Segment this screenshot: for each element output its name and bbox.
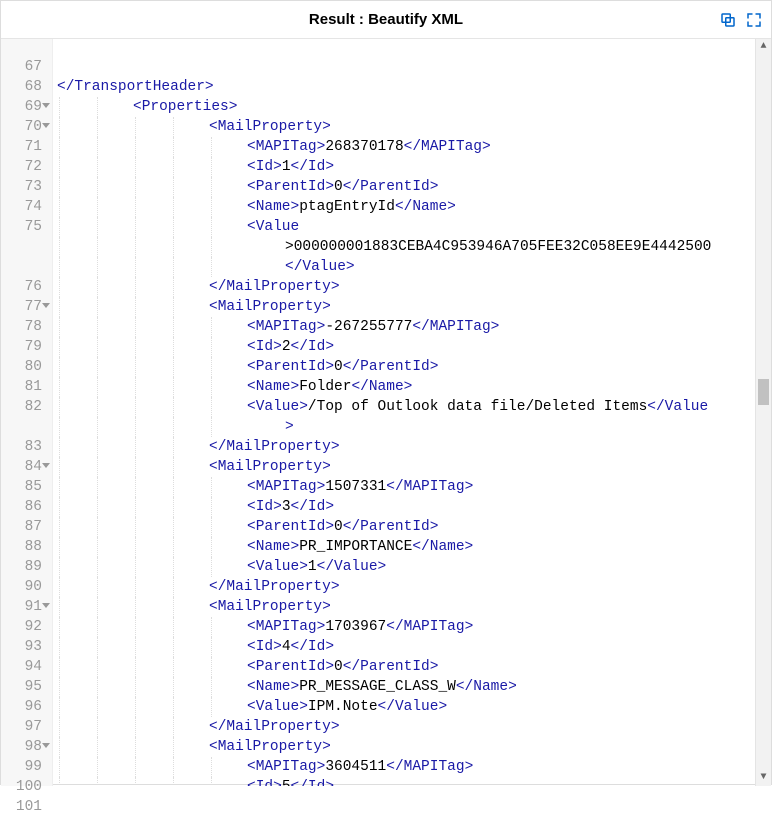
code-line[interactable]: <Name>ptagEntryId</Name> — [57, 197, 771, 217]
fold-toggle-icon[interactable] — [42, 463, 50, 468]
line-number: 101 — [1, 797, 42, 817]
scroll-down-arrow[interactable]: ▼ — [756, 770, 771, 786]
line-number: 88 — [1, 537, 42, 557]
fullscreen-icon[interactable] — [745, 11, 763, 29]
code-line[interactable]: <Name>PR_IMPORTANCE</Name> — [57, 537, 771, 557]
code-line[interactable]: <ParentId>0</ParentId> — [57, 357, 771, 377]
line-number: 77 — [1, 297, 42, 317]
line-number: 67 — [1, 57, 42, 77]
code-line[interactable]: </MailProperty> — [57, 717, 771, 737]
line-number: 72 — [1, 157, 42, 177]
header-actions — [719, 11, 763, 29]
code-line[interactable]: > — [57, 417, 771, 437]
code-line[interactable]: <ParentId>0</ParentId> — [57, 177, 771, 197]
line-number: 89 — [1, 557, 42, 577]
code-line[interactable]: <MailProperty> — [57, 597, 771, 617]
fold-toggle-icon[interactable] — [42, 603, 50, 608]
line-number: 80 — [1, 357, 42, 377]
line-number: 96 — [1, 697, 42, 717]
line-number: 82 — [1, 397, 42, 437]
result-title: Result : Beautify XML — [309, 11, 463, 28]
code-line[interactable]: </TransportHeader> — [57, 77, 771, 97]
code-line[interactable]: <Value>/Top of Outlook data file/Deleted… — [57, 397, 771, 417]
scroll-up-arrow[interactable]: ▲ — [756, 39, 771, 55]
fold-toggle-icon[interactable] — [42, 103, 50, 108]
code-line[interactable]: <MAPITag>3604511</MAPITag> — [57, 757, 771, 777]
line-number: 91 — [1, 597, 42, 617]
code-area[interactable]: </TransportHeader><Properties><MailPrope… — [53, 39, 771, 786]
code-line[interactable]: <Id>1</Id> — [57, 157, 771, 177]
code-line[interactable]: <Value>IPM.Note</Value> — [57, 697, 771, 717]
code-line[interactable]: <ParentId>0</ParentId> — [57, 517, 771, 537]
fold-toggle-icon[interactable] — [42, 303, 50, 308]
code-line[interactable]: <Properties> — [57, 97, 771, 117]
line-number: 99 — [1, 757, 42, 777]
line-number: 76 — [1, 277, 42, 297]
line-number: 84 — [1, 457, 42, 477]
line-number: 74 — [1, 197, 42, 217]
line-number: 81 — [1, 377, 42, 397]
code-line[interactable]: <Id>2</Id> — [57, 337, 771, 357]
line-number: 85 — [1, 477, 42, 497]
code-line[interactable]: <MAPITag>1507331</MAPITag> — [57, 477, 771, 497]
code-line[interactable] — [57, 57, 771, 77]
line-number: 78 — [1, 317, 42, 337]
vertical-scrollbar[interactable]: ▲ ▼ — [755, 39, 771, 786]
code-line[interactable]: <MAPITag>268370178</MAPITag> — [57, 137, 771, 157]
fold-toggle-icon[interactable] — [42, 123, 50, 128]
line-number: 71 — [1, 137, 42, 157]
code-line[interactable]: <Value>1</Value> — [57, 557, 771, 577]
code-line[interactable]: <MailProperty> — [57, 297, 771, 317]
line-number: 83 — [1, 437, 42, 457]
line-number-gutter: 6768697071727374757677787980818283848586… — [1, 39, 53, 786]
line-number: 86 — [1, 497, 42, 517]
line-number: 87 — [1, 517, 42, 537]
code-editor[interactable]: 6768697071727374757677787980818283848586… — [1, 39, 771, 786]
code-line[interactable]: </MailProperty> — [57, 577, 771, 597]
line-number: 100 — [1, 777, 42, 797]
code-line[interactable]: <MAPITag>1703967</MAPITag> — [57, 617, 771, 637]
line-number: 68 — [1, 77, 42, 97]
code-line[interactable]: <ParentId>0</ParentId> — [57, 657, 771, 677]
scrollbar-thumb[interactable] — [758, 379, 769, 405]
line-number: 95 — [1, 677, 42, 697]
line-number: 69 — [1, 97, 42, 117]
code-line[interactable]: <MailProperty> — [57, 737, 771, 757]
line-number: 97 — [1, 717, 42, 737]
line-number: 79 — [1, 337, 42, 357]
code-line[interactable]: </MailProperty> — [57, 437, 771, 457]
code-line[interactable]: >000000001883CEBA4C953946A705FEE32C058EE… — [57, 237, 771, 257]
code-line[interactable]: <Id>3</Id> — [57, 497, 771, 517]
line-number: 75 — [1, 217, 42, 277]
code-line[interactable]: <Value — [57, 217, 771, 237]
line-number: 73 — [1, 177, 42, 197]
code-line[interactable]: <MAPITag>-267255777</MAPITag> — [57, 317, 771, 337]
line-number: 92 — [1, 617, 42, 637]
code-line[interactable]: <MailProperty> — [57, 117, 771, 137]
code-line[interactable]: <MailProperty> — [57, 457, 771, 477]
code-line[interactable]: </MailProperty> — [57, 277, 771, 297]
code-line[interactable]: </Value> — [57, 257, 771, 277]
code-line[interactable]: <Id>4</Id> — [57, 637, 771, 657]
code-line[interactable]: <Name>PR_MESSAGE_CLASS_W</Name> — [57, 677, 771, 697]
code-line[interactable]: <Name>Folder</Name> — [57, 377, 771, 397]
line-number: 93 — [1, 637, 42, 657]
line-number: 98 — [1, 737, 42, 757]
copy-icon[interactable] — [719, 11, 737, 29]
line-number: 90 — [1, 577, 42, 597]
result-header: Result : Beautify XML — [1, 1, 771, 39]
line-number: 94 — [1, 657, 42, 677]
fold-toggle-icon[interactable] — [42, 743, 50, 748]
line-number: 70 — [1, 117, 42, 137]
